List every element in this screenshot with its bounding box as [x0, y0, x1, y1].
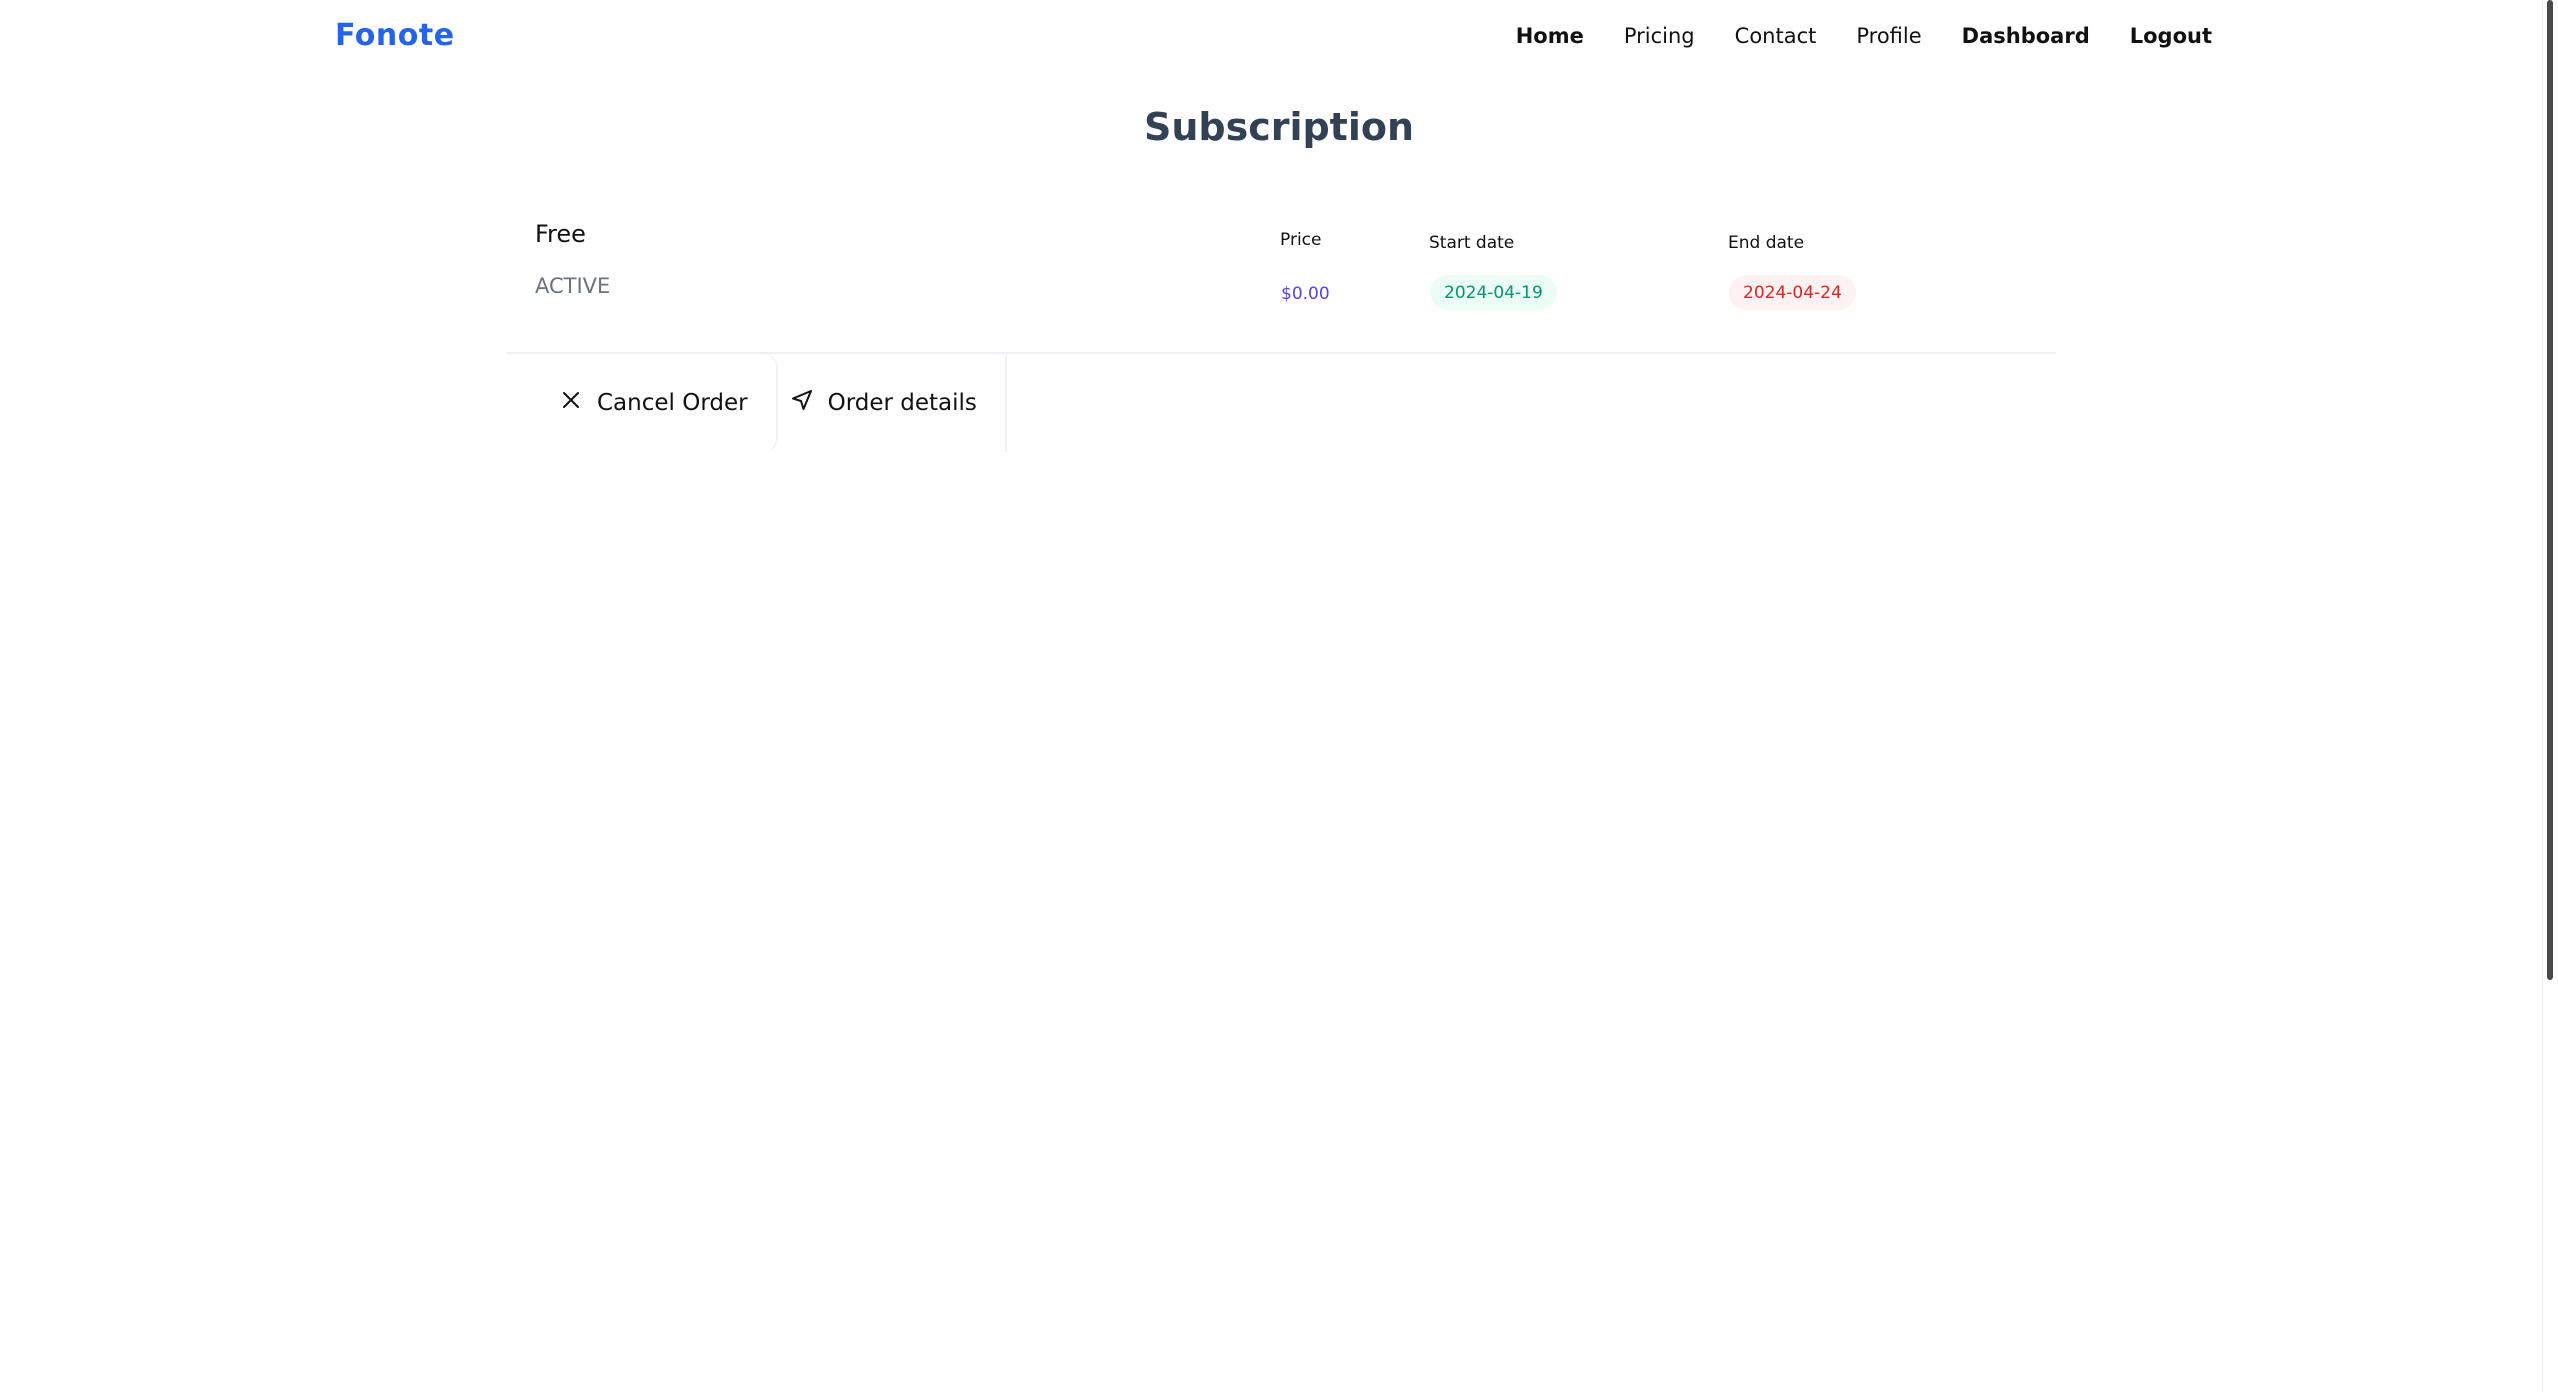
- page-scrollbar[interactable]: [2542, 0, 2558, 1392]
- start-date-label: Start date: [1429, 233, 1515, 253]
- order-details-button[interactable]: Order details: [777, 354, 1007, 452]
- page-title: Subscription: [1143, 105, 1415, 149]
- cancel-order-button[interactable]: Cancel Order: [535, 354, 778, 452]
- cancel-order-label: Cancel Order: [597, 390, 748, 416]
- nav-profile-link[interactable]: Profile: [1856, 24, 1921, 48]
- plan-status: ACTIVE: [535, 274, 611, 298]
- order-details-label: Order details: [827, 390, 977, 416]
- close-icon: [559, 388, 583, 418]
- end-date-label: End date: [1728, 233, 1805, 253]
- plan-name: Free: [535, 220, 586, 248]
- nav-contact-link[interactable]: Contact: [1735, 24, 1817, 48]
- page: Fonote Home Pricing Contact Profile Dash…: [0, 0, 2558, 1392]
- card-actions: Cancel Order Order details: [535, 354, 1007, 452]
- start-date-badge: 2024-04-19: [1430, 275, 1557, 310]
- end-date-badge: 2024-04-24: [1729, 275, 1856, 310]
- subscription-card: Free ACTIVE Price Start date End date $0…: [506, 200, 2056, 452]
- price-label: Price: [1280, 230, 1322, 250]
- send-icon: [790, 388, 814, 418]
- main-nav: Home Pricing Contact Profile Dashboard L…: [1516, 24, 2212, 48]
- scrollbar-thumb[interactable]: [2547, 0, 2553, 980]
- nav-pricing-link[interactable]: Pricing: [1624, 24, 1695, 48]
- nav-logout-link[interactable]: Logout: [2130, 24, 2212, 48]
- brand-logo[interactable]: Fonote: [335, 18, 455, 53]
- nav-dashboard-link[interactable]: Dashboard: [1962, 24, 2090, 48]
- price-value: $0.00: [1281, 284, 1330, 304]
- nav-home-link[interactable]: Home: [1516, 24, 1584, 48]
